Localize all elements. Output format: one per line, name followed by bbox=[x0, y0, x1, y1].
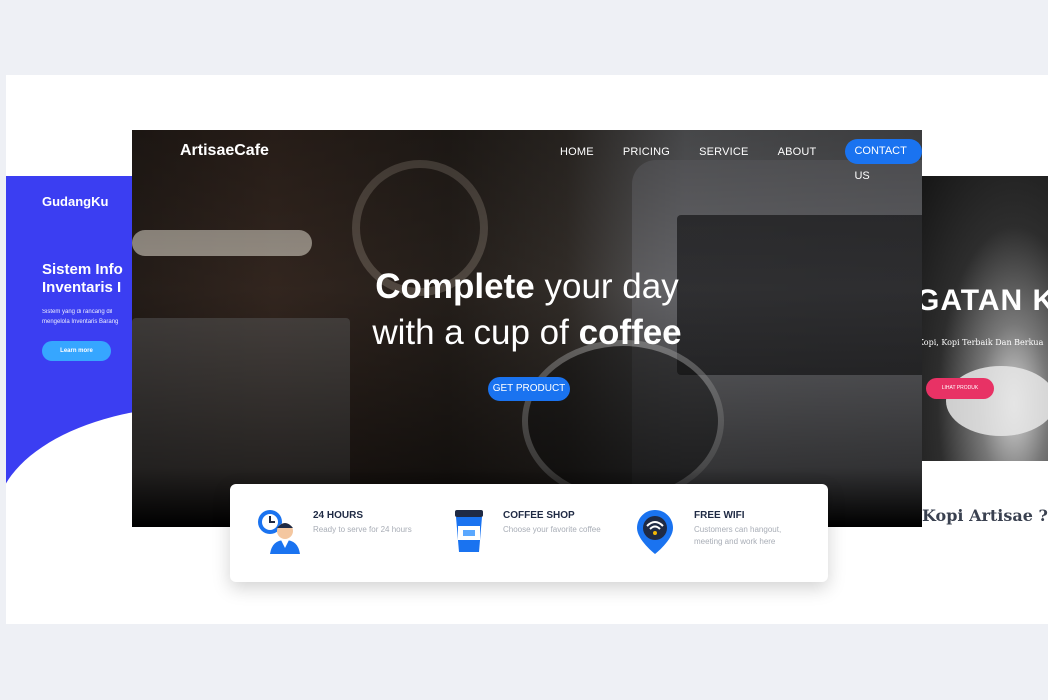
nav-home[interactable]: HOME bbox=[560, 146, 594, 158]
site-logo[interactable]: ArtisaeCafe bbox=[180, 142, 269, 160]
feature-free-wifi: FREE WIFI Customers can hangout, meeting… bbox=[635, 484, 815, 582]
features-box: 24 HOURS Ready to serve for 24 hours COF… bbox=[230, 484, 828, 582]
wave-shape bbox=[6, 406, 146, 496]
feature-desc: Ready to serve for 24 hours bbox=[313, 525, 412, 534]
headline-line-2: with a cup of coffee bbox=[132, 313, 922, 353]
headline-rest-2: with a cup of bbox=[372, 313, 579, 352]
headline-line-1: Complete your day bbox=[132, 267, 922, 307]
clock-person-icon bbox=[254, 506, 304, 556]
gudangku-title: Sistem Info Inventaris I bbox=[42, 261, 123, 296]
nav-service[interactable]: SERVICE bbox=[699, 146, 749, 158]
headline-bold-1: Complete bbox=[375, 267, 535, 306]
coffee-card-subtitle: Kopi, Kopi Terbaik Dan Berkua bbox=[918, 338, 1044, 347]
coffee-card: GATAN KO Kopi, Kopi Terbaik Dan Berkua L… bbox=[916, 176, 1048, 461]
feature-desc: Choose your favorite coffee bbox=[503, 525, 601, 534]
gudangku-text: Sistem yang di rancang dil mengelola Inv… bbox=[42, 309, 119, 325]
contact-us-button[interactable]: CONTACT US bbox=[845, 139, 922, 182]
wifi-pin-icon bbox=[635, 506, 685, 556]
nav-about[interactable]: ABOUT bbox=[778, 146, 817, 158]
feature-title: COFFEE SHOP bbox=[503, 510, 575, 521]
feature-title: FREE WIFI bbox=[694, 510, 745, 521]
get-product-button[interactable]: GET PRODUCT bbox=[488, 377, 570, 401]
coffee-cup-image bbox=[946, 366, 1048, 436]
feature-coffee-shop: COFFEE SHOP Choose your favorite coffee bbox=[444, 484, 624, 582]
artisaecafe-hero: ArtisaeCafe HOME PRICING SERVICE ABOUT C… bbox=[132, 130, 922, 527]
feature-title: 24 HOURS bbox=[313, 510, 364, 521]
headline-bold-2: coffee bbox=[578, 313, 682, 352]
headline-rest-1: your day bbox=[534, 267, 679, 306]
lihat-produk-button[interactable]: LIHAT PRODUK bbox=[926, 378, 994, 399]
main-nav: HOME PRICING SERVICE ABOUT CONTACT US bbox=[560, 139, 922, 182]
nav-pricing[interactable]: PRICING bbox=[623, 146, 670, 158]
coffee-cup-icon bbox=[444, 506, 494, 556]
learn-more-button[interactable]: Learn more bbox=[42, 341, 111, 361]
feature-24-hours: 24 HOURS Ready to serve for 24 hours bbox=[254, 484, 434, 582]
preview-canvas: GudangKu Sistem Info Inventaris I Sistem… bbox=[6, 75, 1048, 624]
coffee-card-title: GATAN KO bbox=[916, 284, 1048, 317]
coffee-card-question: Kopi Artisae ? bbox=[922, 506, 1048, 525]
feature-desc: Customers can hangout, meeting and work … bbox=[694, 525, 782, 546]
gudangku-card: GudangKu Sistem Info Inventaris I Sistem… bbox=[6, 176, 146, 496]
gudangku-brand[interactable]: GudangKu bbox=[42, 194, 108, 209]
